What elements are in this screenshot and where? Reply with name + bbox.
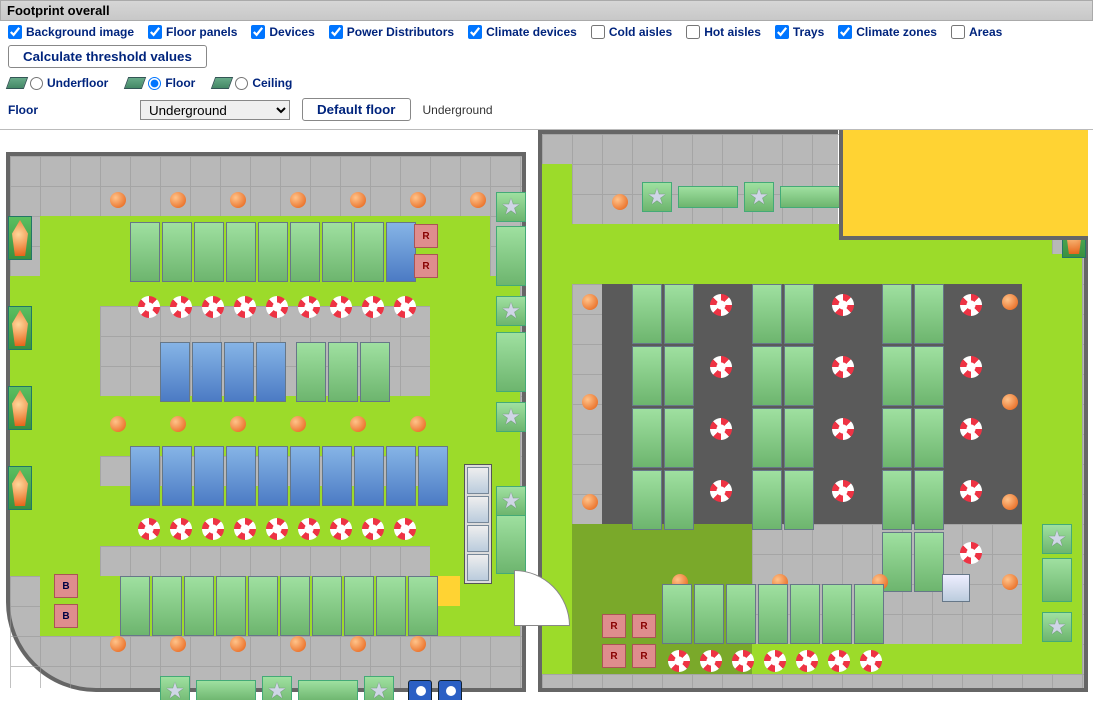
floor-status: Underground xyxy=(423,103,493,117)
default-floor-button[interactable]: Default floor xyxy=(302,98,411,121)
panel-title: Footprint overall xyxy=(0,0,1093,21)
cb-climate-devices[interactable]: Climate devices xyxy=(468,25,577,39)
view-options-toolbar: Background image Floor panels Devices Po… xyxy=(0,21,1093,43)
cb-devices[interactable]: Devices xyxy=(251,25,314,39)
cb-hot-aisles[interactable]: Hot aisles xyxy=(686,25,761,39)
cb-climate-zones[interactable]: Climate zones xyxy=(838,25,937,39)
cb-floor-panels[interactable]: Floor panels xyxy=(148,25,237,39)
floor-label: Floor xyxy=(8,103,128,117)
calculate-button[interactable]: Calculate threshold values xyxy=(8,45,207,68)
layer-underfloor[interactable]: Underfloor xyxy=(8,76,108,90)
cb-areas[interactable]: Areas xyxy=(951,25,1002,39)
room-right: ★ ★ ★ xyxy=(538,130,1088,692)
room-left: R R B B ★ ★ ★ ★ ★ ★ ★ xyxy=(6,152,526,692)
layer-floor[interactable]: Floor xyxy=(126,76,195,90)
cb-cold-aisles[interactable]: Cold aisles xyxy=(591,25,672,39)
layer-ceiling[interactable]: Ceiling xyxy=(213,76,292,90)
cb-power-distributors[interactable]: Power Distributors xyxy=(329,25,454,39)
cb-trays[interactable]: Trays xyxy=(775,25,824,39)
floorplan-canvas[interactable]: R R B B ★ ★ ★ ★ ★ ★ ★ ★ ★ ★ xyxy=(0,130,1093,700)
cb-background[interactable]: Background image xyxy=(8,25,134,39)
floor-select[interactable]: Underground xyxy=(140,100,290,120)
